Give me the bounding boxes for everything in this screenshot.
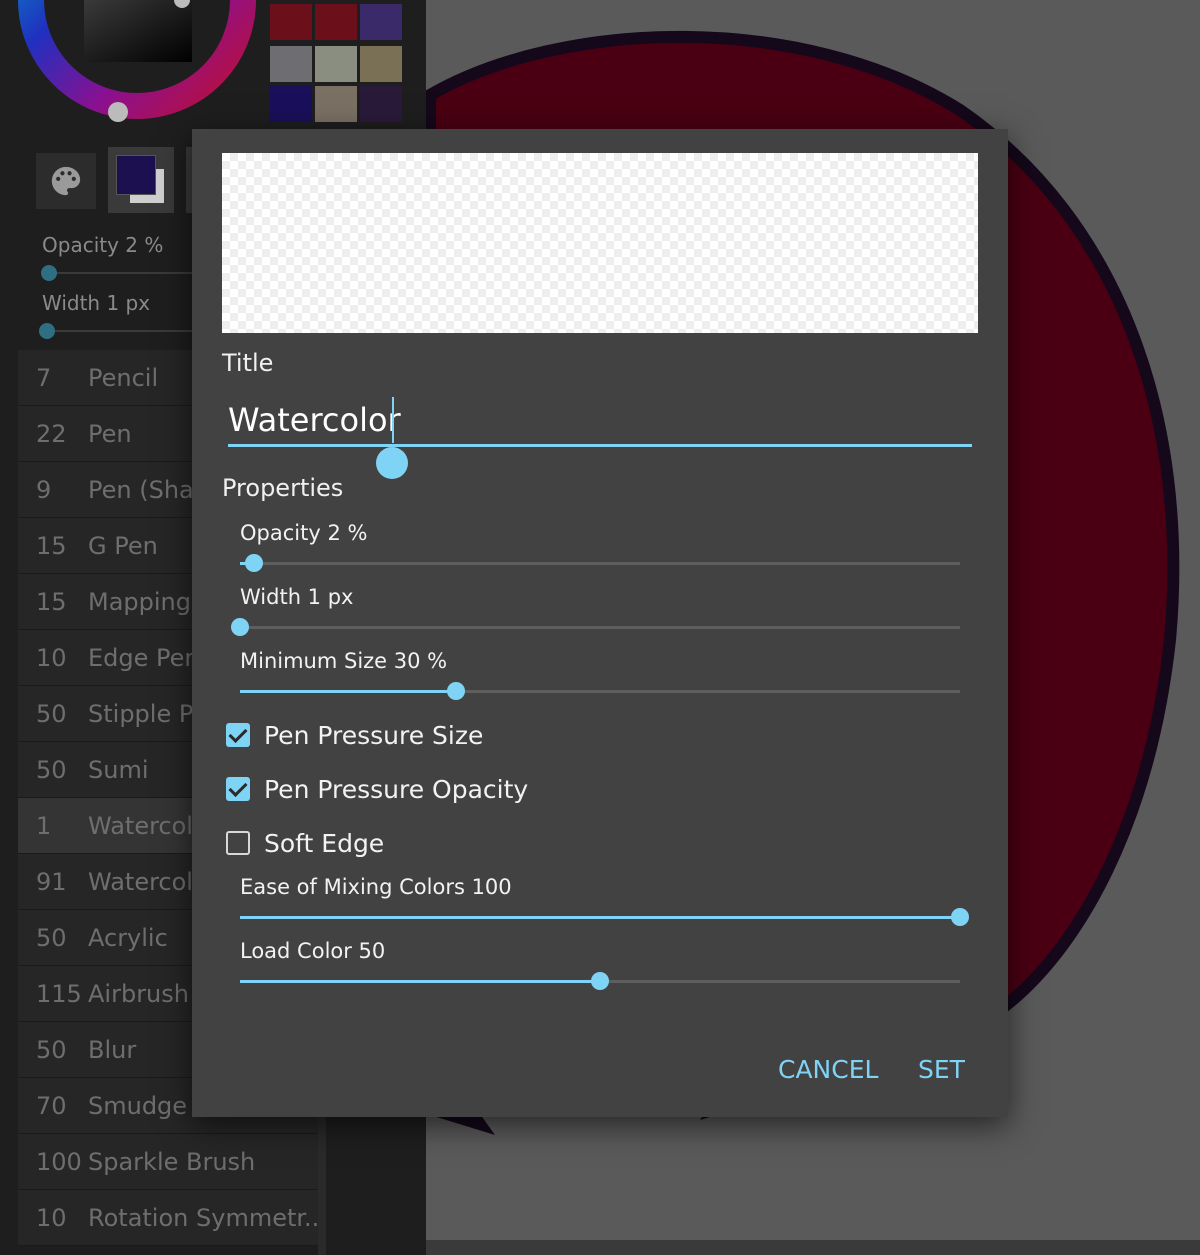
text-caret xyxy=(392,397,394,443)
brush-size: 15 xyxy=(36,587,67,616)
width-label: Width 1 px xyxy=(240,585,354,609)
load-color-label: Load Color 50 xyxy=(240,939,386,963)
pen-pressure-opacity-label: Pen Pressure Opacity xyxy=(264,774,529,804)
color-swatch[interactable] xyxy=(270,46,312,82)
brush-name: Mapping xyxy=(88,587,191,616)
brush-name: Airbrush xyxy=(88,979,189,1008)
panel-opacity-label: Opacity 2 % xyxy=(42,233,164,257)
brush-preview xyxy=(222,153,978,333)
slider-thumb[interactable] xyxy=(231,618,249,636)
brush-name: Pencil xyxy=(88,363,159,392)
brush-name: Smudge xyxy=(88,1091,188,1120)
title-input[interactable] xyxy=(228,393,972,447)
brush-name: Stipple P xyxy=(88,699,194,728)
panel-width-thumb[interactable] xyxy=(39,323,55,339)
brush-size: 50 xyxy=(36,1035,67,1064)
soft-edge-checkbox[interactable] xyxy=(226,831,250,855)
slider-fill xyxy=(240,690,456,693)
hue-handle xyxy=(108,102,128,122)
slider-fill xyxy=(240,916,960,919)
color-swatch[interactable] xyxy=(270,86,312,122)
brush-name: Acrylic xyxy=(88,923,168,952)
opacity-slider[interactable] xyxy=(240,551,960,575)
panel-opacity-thumb[interactable] xyxy=(41,265,57,281)
brush-size: 9 xyxy=(36,475,52,504)
brush-size: 22 xyxy=(36,419,67,448)
brush-name: G Pen xyxy=(88,531,158,560)
brush-size: 70 xyxy=(36,1091,67,1120)
title-label: Title xyxy=(222,349,274,377)
title-underline xyxy=(228,444,972,447)
brush-list-item[interactable]: 100 Sparkle Brush xyxy=(18,1134,318,1190)
color-swatch[interactable] xyxy=(360,86,402,122)
cancel-button[interactable]: CANCEL xyxy=(770,1049,886,1090)
color-swatch[interactable] xyxy=(315,4,357,40)
soft-edge-label: Soft Edge xyxy=(264,828,385,858)
brush-size: 1 xyxy=(36,811,52,840)
ease-of-mixing-label: Ease of Mixing Colors 100 xyxy=(240,875,512,899)
load-color-slider[interactable] xyxy=(240,969,960,993)
brush-name: Pen (Shar xyxy=(88,475,204,504)
slider-track xyxy=(240,626,960,629)
set-button[interactable]: SET xyxy=(910,1049,973,1090)
pen-pressure-opacity-checkbox-row[interactable]: Pen Pressure Opacity xyxy=(226,773,528,805)
brush-name: Watercol xyxy=(88,867,193,896)
brush-size: 50 xyxy=(36,699,67,728)
brush-name: Sparkle Brush xyxy=(88,1147,256,1176)
palette-icon xyxy=(51,166,81,196)
brush-size: 10 xyxy=(36,643,67,672)
color-swatch[interactable] xyxy=(315,86,357,122)
color-swatch[interactable] xyxy=(360,4,402,40)
brush-size: 15 xyxy=(36,531,67,560)
color-swatch[interactable] xyxy=(270,4,312,40)
brush-name: Watercol xyxy=(88,811,193,840)
current-color-button[interactable] xyxy=(108,147,174,213)
brush-size: 115 xyxy=(36,979,82,1008)
panel-width-label: Width 1 px xyxy=(42,291,151,315)
brush-name: Rotation Symmetr... xyxy=(88,1203,318,1232)
opacity-label: Opacity 2 % xyxy=(240,521,368,545)
pen-pressure-opacity-checkbox[interactable] xyxy=(226,777,250,801)
pen-pressure-size-label: Pen Pressure Size xyxy=(264,720,484,750)
properties-label: Properties xyxy=(222,474,344,502)
color-swatch[interactable] xyxy=(360,46,402,82)
brush-size: 50 xyxy=(36,755,67,784)
color-wheel[interactable] xyxy=(0,0,270,135)
slider-thumb[interactable] xyxy=(447,682,465,700)
slider-track xyxy=(240,562,960,565)
panel-width-track[interactable] xyxy=(48,330,198,332)
brush-size: 7 xyxy=(36,363,52,392)
brush-name: Sumi xyxy=(88,755,149,784)
pen-pressure-size-checkbox[interactable] xyxy=(226,723,250,747)
minimum-size-slider[interactable] xyxy=(240,679,960,703)
slider-fill xyxy=(240,980,600,983)
brush-size: 100 xyxy=(36,1147,82,1176)
panel-opacity-track[interactable] xyxy=(48,272,198,274)
brush-size: 91 xyxy=(36,867,67,896)
palette-button[interactable] xyxy=(36,153,96,209)
pen-pressure-size-checkbox-row[interactable]: Pen Pressure Size xyxy=(226,719,483,751)
soft-edge-checkbox-row[interactable]: Soft Edge xyxy=(226,827,384,859)
brush-name: Edge Pen xyxy=(88,643,200,672)
brush-name: Pen xyxy=(88,419,132,448)
primary-color xyxy=(116,155,156,195)
color-swatch[interactable] xyxy=(315,46,357,82)
brush-size: 50 xyxy=(36,923,67,952)
width-slider[interactable] xyxy=(231,615,960,639)
text-selection-handle[interactable] xyxy=(376,447,408,479)
brush-list-item[interactable]: 10 Rotation Symmetr... xyxy=(18,1190,318,1246)
slider-thumb[interactable] xyxy=(245,554,263,572)
slider-thumb[interactable] xyxy=(591,972,609,990)
brush-name: Blur xyxy=(88,1035,137,1064)
slider-thumb[interactable] xyxy=(951,908,969,926)
ease-of-mixing-slider[interactable] xyxy=(240,905,969,929)
minimum-size-label: Minimum Size 30 % xyxy=(240,649,448,673)
brush-size: 10 xyxy=(36,1203,67,1232)
brush-settings-dialog: Title Properties Opacity 2 % Width 1 px Mi… xyxy=(192,129,1008,1117)
